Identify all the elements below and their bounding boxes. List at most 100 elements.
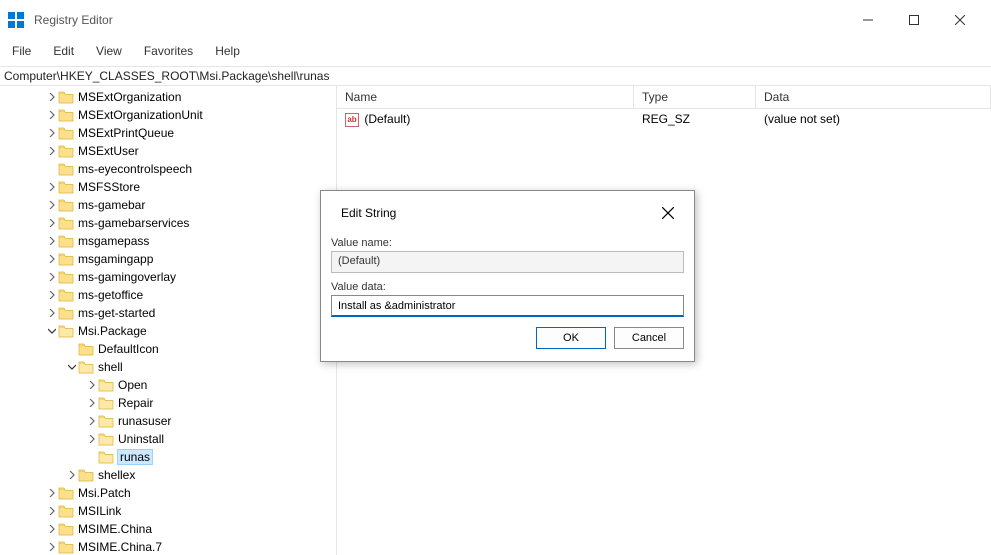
expander-icon[interactable] xyxy=(46,201,58,209)
tree-item-label: MSExtPrintQueue xyxy=(78,126,174,140)
minimize-button[interactable] xyxy=(845,5,891,35)
expander-icon[interactable] xyxy=(46,543,58,551)
tree-item[interactable]: Repair xyxy=(0,394,336,412)
col-header-data[interactable]: Data xyxy=(756,86,991,108)
folder-icon xyxy=(58,522,74,536)
col-header-name[interactable]: Name xyxy=(337,86,634,108)
ok-button[interactable]: OK xyxy=(536,327,606,349)
tree-item[interactable]: MSIME.China.7 xyxy=(0,538,336,555)
menu-file[interactable]: File xyxy=(8,42,35,60)
expander-icon[interactable] xyxy=(86,417,98,425)
expander-icon[interactable] xyxy=(46,93,58,101)
expander-icon[interactable] xyxy=(46,525,58,533)
tree-item[interactable]: shellex xyxy=(0,466,336,484)
dialog-close-button[interactable] xyxy=(656,201,680,225)
expander-icon[interactable] xyxy=(46,255,58,263)
tree-item[interactable]: ms-get-started xyxy=(0,304,336,322)
tree-item-label: MSFSStore xyxy=(78,180,140,194)
tree-item[interactable]: ms-gamebarservices xyxy=(0,214,336,232)
tree-item[interactable]: MSExtUser xyxy=(0,142,336,160)
tree-pane[interactable]: MSExtOrganizationMSExtOrganizationUnit MS… xyxy=(0,86,337,555)
tree-item[interactable]: ms-eyecontrolspeech xyxy=(0,160,336,178)
tree-item[interactable]: shell xyxy=(0,358,336,376)
expander-icon[interactable] xyxy=(46,489,58,497)
tree-item[interactable]: msgamepass xyxy=(0,232,336,250)
menu-view[interactable]: View xyxy=(92,42,126,60)
registry-tree: MSExtOrganizationMSExtOrganizationUnit MS… xyxy=(0,88,336,555)
cancel-button[interactable]: Cancel xyxy=(614,327,684,349)
menu-help[interactable]: Help xyxy=(211,42,244,60)
folder-icon xyxy=(58,324,74,338)
expander-icon[interactable] xyxy=(46,147,58,155)
menu-edit[interactable]: Edit xyxy=(49,42,78,60)
col-header-type[interactable]: Type xyxy=(634,86,756,108)
tree-item-label: MSIME.China.7 xyxy=(78,540,162,554)
folder-icon xyxy=(78,468,94,482)
expander-icon[interactable] xyxy=(46,309,58,317)
expander-icon[interactable] xyxy=(46,327,58,335)
dialog-titlebar[interactable]: Edit String xyxy=(321,191,694,233)
tree-item[interactable]: MSIME.China xyxy=(0,520,336,538)
menubar: File Edit View Favorites Help xyxy=(0,40,991,66)
tree-item[interactable]: Uninstall xyxy=(0,430,336,448)
folder-icon xyxy=(98,414,114,428)
folder-icon xyxy=(58,540,74,554)
expander-icon[interactable] xyxy=(46,273,58,281)
tree-item[interactable]: ms-gamingoverlay xyxy=(0,268,336,286)
tree-item[interactable]: DefaultIcon xyxy=(0,340,336,358)
tree-item[interactable]: runas xyxy=(0,448,336,466)
tree-item[interactable]: runasuser xyxy=(0,412,336,430)
tree-item[interactable]: Msi.Package xyxy=(0,322,336,340)
edit-string-dialog: Edit String Value name: (Default) Value … xyxy=(320,190,695,362)
expander-icon[interactable] xyxy=(86,399,98,407)
tree-item[interactable]: msgamingapp xyxy=(0,250,336,268)
folder-icon xyxy=(58,306,74,320)
menu-favorites[interactable]: Favorites xyxy=(140,42,197,60)
tree-item[interactable]: Open xyxy=(0,376,336,394)
value-row[interactable]: ab (Default) REG_SZ (value not set) xyxy=(337,109,991,130)
tree-item-label: msgamepass xyxy=(78,234,149,248)
address-bar[interactable]: Computer\HKEY_CLASSES_ROOT\Msi.Package\s… xyxy=(0,66,991,86)
folder-icon xyxy=(78,342,94,356)
expander-icon[interactable] xyxy=(46,129,58,137)
expander-icon[interactable] xyxy=(46,291,58,299)
folder-icon xyxy=(58,180,74,194)
expander-icon[interactable] xyxy=(86,435,98,443)
expander-icon[interactable] xyxy=(46,237,58,245)
tree-item[interactable]: MSExtOrganization xyxy=(0,88,336,106)
expander-icon[interactable] xyxy=(46,183,58,191)
expander-icon[interactable] xyxy=(66,471,78,479)
tree-item[interactable]: Msi.Patch xyxy=(0,484,336,502)
expander-icon[interactable] xyxy=(46,111,58,119)
tree-item[interactable]: ms-getoffice xyxy=(0,286,336,304)
maximize-button[interactable] xyxy=(891,5,937,35)
tree-item-label: runas xyxy=(118,450,152,464)
tree-item[interactable]: MSExtOrganizationUnit xyxy=(0,106,336,124)
tree-item[interactable]: MSExtPrintQueue xyxy=(0,124,336,142)
tree-item[interactable]: MSILink xyxy=(0,502,336,520)
tree-item-label: MSIME.China xyxy=(78,522,152,536)
value-type: REG_SZ xyxy=(634,109,756,130)
folder-icon xyxy=(58,288,74,302)
window-controls xyxy=(845,5,983,35)
expander-icon[interactable] xyxy=(86,381,98,389)
tree-item-label: ms-gamebarservices xyxy=(78,216,189,230)
value-data-field[interactable] xyxy=(331,295,684,317)
folder-icon xyxy=(58,144,74,158)
expander-icon[interactable] xyxy=(66,363,78,371)
tree-item[interactable]: MSFSStore xyxy=(0,178,336,196)
expander-icon[interactable] xyxy=(46,507,58,515)
app-icon xyxy=(8,12,24,28)
folder-icon xyxy=(58,126,74,140)
string-value-icon: ab xyxy=(345,113,359,127)
tree-item[interactable]: ms-gamebar xyxy=(0,196,336,214)
folder-icon xyxy=(78,360,94,374)
folder-icon xyxy=(58,162,74,176)
tree-item-label: shellex xyxy=(98,468,135,482)
value-name-field: (Default) xyxy=(331,251,684,273)
folder-icon xyxy=(58,198,74,212)
folder-icon xyxy=(58,90,74,104)
close-button[interactable] xyxy=(937,5,983,35)
expander-icon[interactable] xyxy=(46,219,58,227)
tree-item-label: Msi.Package xyxy=(78,324,147,338)
